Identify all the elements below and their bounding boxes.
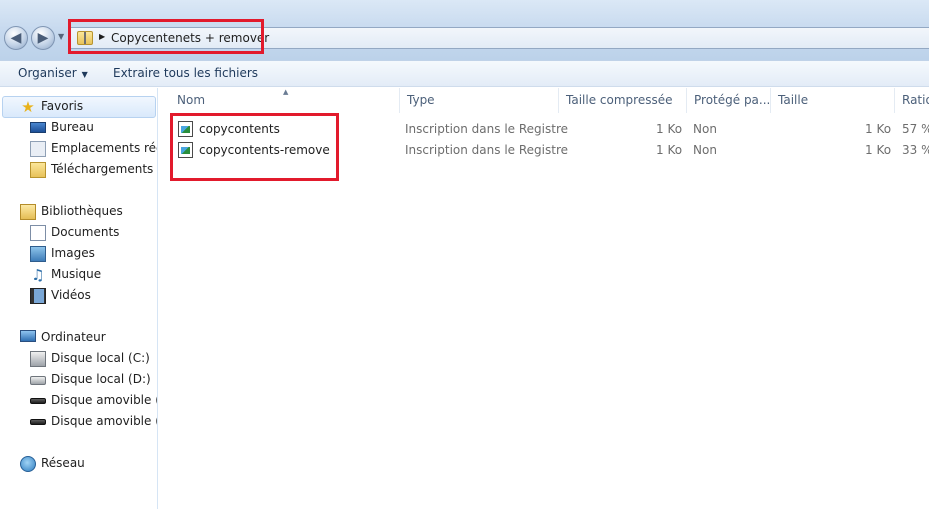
nav-item-label: Disque amovible (G:): [51, 414, 157, 428]
nav-item-label: Images: [51, 246, 95, 260]
column-header-label: Protégé pa...: [694, 93, 771, 107]
file-compressed-size: 1 Ko: [656, 122, 683, 136]
command-toolbar: Organiser ▼ Extraire tous les fichiers: [0, 60, 929, 87]
file-type: Inscription dans le Registre: [405, 143, 568, 157]
nav-favorites-label: Favoris: [41, 99, 84, 113]
file-name[interactable]: copycontents-remove: [199, 143, 330, 157]
column-header-label: Ratio: [902, 93, 929, 107]
table-row[interactable]: copycontents Inscription dans le Registr…: [159, 119, 929, 140]
zip-folder-icon: [77, 31, 93, 45]
table-row[interactable]: copycontents-remove Inscription dans le …: [159, 140, 929, 161]
file-protected: Non: [693, 143, 717, 157]
column-header-label: Nom: [177, 93, 206, 107]
registry-file-icon: [178, 142, 193, 158]
recent-places-icon: [30, 141, 46, 157]
nav-item-label: Disque local (D:): [51, 372, 151, 386]
music-note-icon: ♫: [31, 266, 45, 284]
file-ratio: 57 %: [902, 122, 929, 136]
libraries-icon: [20, 204, 36, 220]
navigation-pane: ★ Favoris Bureau Emplacements récents Té…: [0, 88, 158, 509]
pictures-icon: [30, 246, 46, 262]
nav-item-label: Disque local (C:): [51, 351, 150, 365]
recent-pages-dropdown-icon[interactable]: ▼: [58, 32, 64, 41]
file-size: 1 Ko: [865, 143, 892, 157]
nav-item-label: Emplacements récents: [51, 141, 157, 155]
sort-ascending-icon: ▲: [283, 88, 289, 96]
desktop-icon: [30, 122, 46, 133]
video-film-icon: [30, 288, 46, 304]
network-globe-icon: [20, 456, 36, 472]
column-header-label: Type: [407, 93, 435, 107]
arrow-right-icon: ▶: [37, 30, 49, 46]
file-size: 1 Ko: [865, 122, 892, 136]
nav-computer-label: Ordinateur: [41, 330, 106, 344]
column-header-ratio[interactable]: Ratio: [895, 88, 929, 113]
nav-item-label: Documents: [51, 225, 120, 239]
extract-all-button[interactable]: Extraire tous les fichiers: [113, 66, 258, 80]
nav-item-label: Téléchargements: [51, 162, 154, 176]
column-header-label: Taille compressée: [566, 93, 673, 107]
computer-icon: [20, 330, 36, 342]
removable-drive-icon: [30, 419, 46, 425]
breadcrumb-separator-icon[interactable]: ▶: [99, 32, 105, 41]
column-header-compressed-size[interactable]: Taille compressée: [559, 88, 687, 113]
nav-item-label: Bureau: [51, 120, 94, 134]
column-header-protected[interactable]: Protégé pa...: [687, 88, 771, 113]
back-button[interactable]: ◀: [4, 26, 28, 50]
file-compressed-size: 1 Ko: [656, 143, 683, 157]
breadcrumb-segment[interactable]: Copycentenets + remover: [111, 31, 269, 45]
documents-icon: [30, 225, 46, 241]
address-bar-region: ◀ ▶ ▼ ▶ Copycentenets + remover: [0, 0, 929, 60]
file-ratio: 33 %: [902, 143, 929, 157]
hard-drive-icon: [30, 376, 46, 385]
forward-button[interactable]: ▶: [31, 26, 55, 50]
registry-file-icon: [178, 121, 193, 137]
column-header-name[interactable]: ▲ Nom: [159, 88, 400, 113]
file-type: Inscription dans le Registre: [405, 122, 568, 136]
nav-network-label: Réseau: [41, 456, 85, 470]
star-icon: ★: [21, 98, 35, 116]
chevron-down-icon: ▼: [81, 70, 88, 79]
nav-item-label: Vidéos: [51, 288, 91, 302]
downloads-folder-icon: [30, 162, 46, 178]
column-header-type[interactable]: Type: [400, 88, 559, 113]
file-name[interactable]: copycontents: [199, 122, 280, 136]
arrow-left-icon: ◀: [10, 30, 22, 46]
column-header-size[interactable]: Taille: [771, 88, 895, 113]
file-protected: Non: [693, 122, 717, 136]
nav-item-label: Disque amovible (F:): [51, 393, 157, 407]
address-field[interactable]: ▶ Copycentenets + remover: [70, 27, 929, 49]
organize-button[interactable]: Organiser ▼: [18, 66, 88, 80]
organize-label: Organiser: [18, 66, 77, 80]
nav-item-label: Musique: [51, 267, 102, 281]
system-drive-icon: [30, 351, 46, 367]
nav-libraries-label: Bibliothèques: [41, 204, 123, 218]
column-header-row: ▲ Nom Type Taille compressée Protégé pa.…: [159, 88, 929, 113]
removable-drive-icon: [30, 398, 46, 404]
column-header-label: Taille: [778, 93, 809, 107]
